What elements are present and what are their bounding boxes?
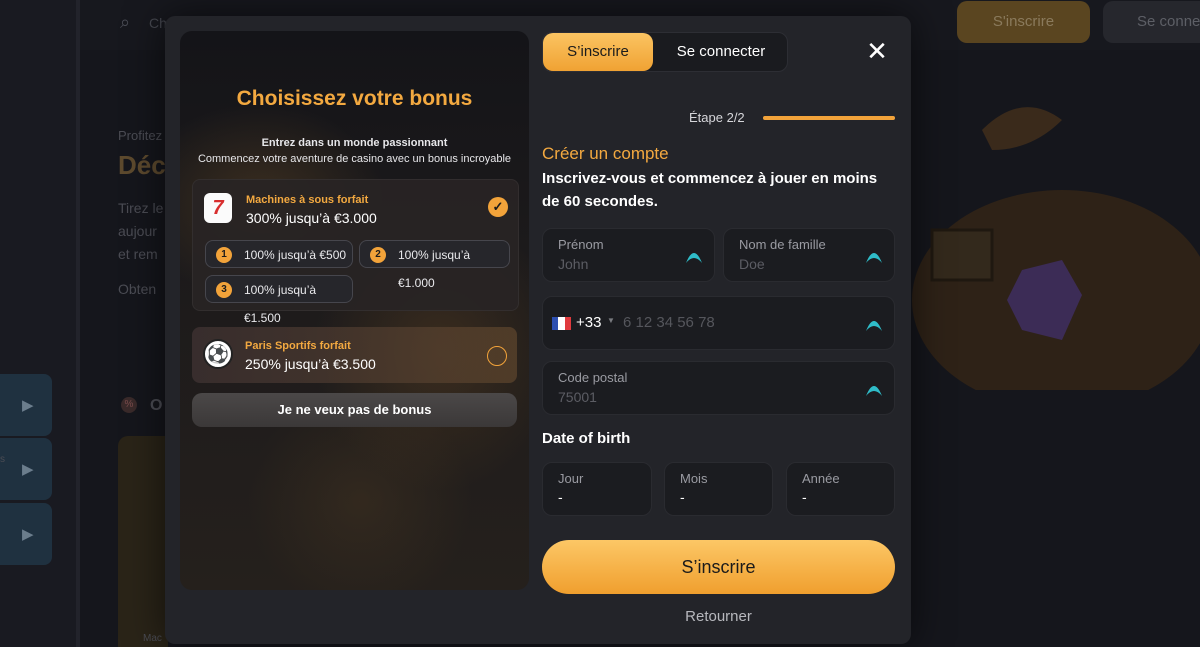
background-login-button: Se conne [1103,1,1200,43]
field-label: Code postal [558,370,628,385]
background-promo-line: Obten [118,281,157,297]
tab-signup[interactable]: S’inscrire [543,33,653,71]
field-placeholder: John [558,256,589,272]
background-play-button: ▶ [0,374,52,436]
valid-check-icon [866,253,882,263]
step-progress-fill [763,116,895,120]
field-label: Mois [680,471,708,486]
step-indicator: Étape 2/2 [689,110,745,125]
money-bag-illustration [912,107,1200,390]
signup-submit-button[interactable]: S’inscrire [542,540,895,594]
radio-unselected-icon[interactable] [487,346,507,366]
soccer-ball-icon: ⚽ [203,339,233,369]
offer-amount: 300% jusqu’à €3.000 [246,210,377,226]
background-section-label: O [150,397,163,414]
background-promo-line: aujour [118,223,157,239]
no-bonus-button[interactable]: Je ne veux pas de bonus [192,393,517,427]
country-code[interactable]: +33 [576,314,601,331]
phone-placeholder: 6 12 34 56 78 [623,314,715,331]
auth-tabs: S’inscrire Se connecter [542,32,788,72]
play-icon: ▶ [22,397,34,414]
offer-name: Paris Sportifs forfait [245,340,351,352]
offer-amount: 250% jusqu’à €3.500 [245,356,376,372]
tier-label: 100% jusqu’à €1.000 [398,248,471,290]
tier-number: 1 [216,247,232,263]
valid-check-icon [866,321,882,331]
form-description: Inscrivez-vous et commencez à jouer en m… [542,170,878,210]
bonus-offer-slots[interactable]: 7 Machines à sous forfait 300% jusqu’à €… [192,179,519,325]
background-promo-line: et rem [118,246,158,262]
bonus-panel: Choisissez votre bonus Entrez dans un mo… [180,31,529,590]
percent-icon: % [121,397,137,413]
field-placeholder: Doe [739,256,765,272]
tier-number: 3 [216,282,232,298]
background-promo-heading: Déc [118,150,166,180]
bonus-tier: 3 100% jusqu’à €1.500 [205,275,353,325]
tier-label: 100% jusqu’à €1.500 [244,283,317,325]
bonus-tier: 2 100% jusqu’à €1.000 [359,240,510,290]
background-signup-button: S'inscrire [957,1,1090,43]
slot-machine-icon: 7 [204,193,232,223]
close-icon[interactable]: ✕ [865,38,889,64]
tab-login[interactable]: Se connecter [653,33,789,71]
bonus-description: Commencez votre aventure de casino avec … [197,153,512,165]
chevron-down-icon[interactable]: ▼ [607,316,615,325]
field-label: Prénom [558,237,604,252]
field-value: - [802,489,807,505]
dob-year-select[interactable]: Année - [786,462,895,516]
valid-check-icon [686,253,702,263]
background-promo-small: Profitez [118,128,163,143]
dob-day-select[interactable]: Jour - [542,462,652,516]
offer-name: Machines à sous forfait [246,194,369,206]
field-label: Nom de famille [739,237,826,252]
background-divider [76,0,80,647]
dob-title: Date of birth [542,430,631,447]
background-card-caption: Mac [143,633,162,644]
background-play-button: ▶ [0,438,52,500]
play-icon: ▶ [22,461,34,478]
field-value: - [680,489,685,505]
bonus-offer-sports[interactable]: ⚽ Paris Sportifs forfait 250% jusqu’à €3… [192,327,517,383]
field-placeholder: 75001 [558,389,597,405]
postal-code-field[interactable]: Code postal 75001 [542,361,895,415]
background-play-button: ▶ [0,503,52,565]
dob-month-select[interactable]: Mois - [664,462,773,516]
tier-label: 100% jusqu’à €500 [244,248,347,262]
background-promo-line: Tirez le [118,200,164,216]
bonus-subtitle: Entrez dans un monde passionnant [261,137,448,149]
signup-modal: Choisissez votre bonus Entrez dans un mo… [165,16,911,644]
field-label: Jour [558,471,584,486]
field-value: - [558,489,563,505]
valid-check-icon [866,386,882,396]
play-icon: ▶ [22,526,34,543]
check-icon[interactable]: ✓ [488,197,508,217]
background-game-card [118,436,168,647]
step-progress-bar [763,116,895,120]
background-rail-label: s [0,454,5,465]
back-link[interactable]: Retourner [542,608,895,625]
first-name-field[interactable]: Prénom John [542,228,715,282]
field-label: Année [802,471,840,486]
bonus-title: Choisissez votre bonus [236,87,473,110]
tier-number: 2 [370,247,386,263]
phone-field[interactable]: +33 ▼ 6 12 34 56 78 [542,296,895,350]
search-icon: ⌕ [120,12,131,32]
last-name-field[interactable]: Nom de famille Doe [723,228,895,282]
bonus-tier: 1 100% jusqu’à €500 [205,240,353,268]
france-flag-icon[interactable] [552,317,571,330]
form-title: Créer un compte [542,144,669,163]
